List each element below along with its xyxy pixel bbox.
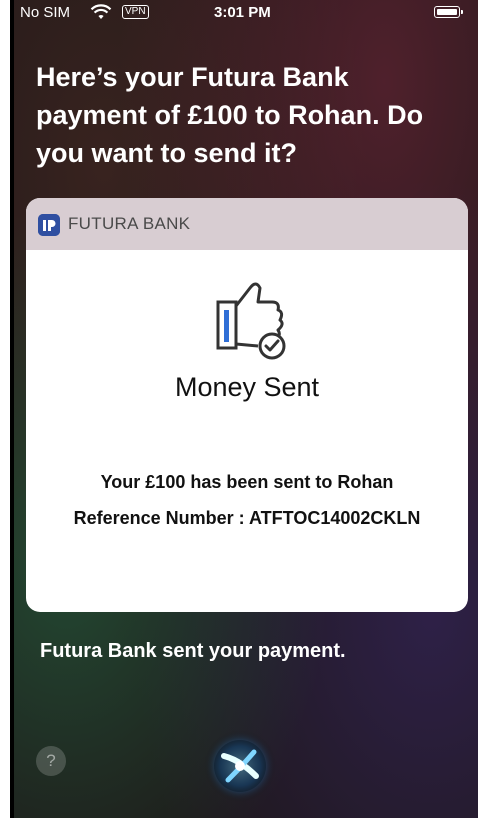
- money-sent-title: Money Sent: [174, 372, 320, 402]
- siri-response: Futura Bank sent your payment.: [40, 640, 346, 662]
- card-brand-name: FUTURA BANK: [68, 214, 191, 233]
- help-button[interactable]: ?: [36, 746, 66, 776]
- card-header: FUTURA BANK: [26, 198, 468, 250]
- siri-orb-icon[interactable]: [200, 726, 280, 806]
- status-time: 3:01 PM: [214, 4, 271, 21]
- status-bar: No SIM VPN 3:01 PM: [10, 0, 478, 26]
- screen-border: [10, 0, 14, 818]
- carrier-label: No SIM: [20, 4, 71, 21]
- siri-screen: No SIM VPN 3:01 PM Here’s your Futura Ba…: [10, 0, 478, 818]
- futura-bank-logo-icon: [38, 214, 60, 236]
- payment-confirmation-text: Your £100 has been sent to Rohan: [100, 472, 394, 492]
- card-body: Money Sent Your £100 has been sent to Ro…: [26, 250, 468, 612]
- wifi-icon: [90, 3, 112, 25]
- reference-number-text: Reference Number : ATFTOC14002CKLN: [73, 508, 421, 528]
- siri-prompt: Here’s your Futura Bank payment of £100 …: [36, 62, 424, 168]
- vpn-badge: VPN: [122, 5, 149, 19]
- thumbs-up-check-icon: [206, 280, 292, 367]
- payment-card[interactable]: FUTURA BANK Money Sent Your £100 has bee…: [26, 198, 468, 612]
- bottom-margin: [0, 818, 478, 826]
- battery-icon: [434, 6, 463, 18]
